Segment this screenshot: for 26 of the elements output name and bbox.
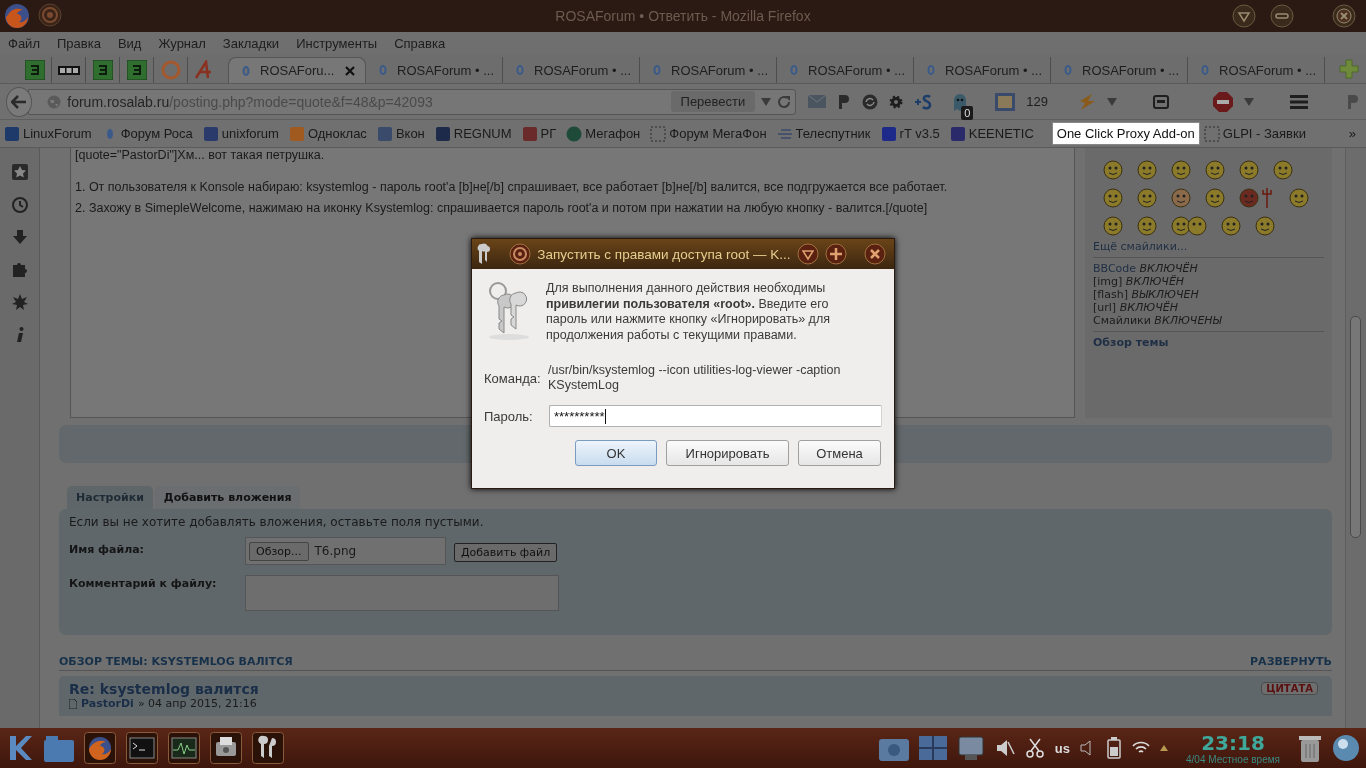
section-heading: ОБЗОР ТЕМЫ: KSYSTEMLOG ВАЛIТСЯ [59, 655, 293, 668]
command-label: Команда: [484, 370, 542, 386]
option-status-text: [url] ВКЛЮЧЁН [1093, 301, 1179, 314]
clock-time: 23:18 [1201, 731, 1265, 754]
window-title: ROSAForum • Ответить - Mozilla Firefox [555, 8, 811, 24]
editor-text-line: 1. От пользователя к Konsole набираю: ksystemlog - пароль root'a [b]не[/b] спрашивает, все работает [b]не[/b] валится, все подгружается все работает. [75, 179, 949, 196]
file-name-text: T6.png [314, 544, 357, 558]
hint-text: Если вы не хотите добавлять вложения, оставьте поля пустыми. [69, 515, 485, 529]
tooltip: One Click Proxy Add-on [1051, 122, 1200, 145]
password-label: Пароль: [484, 408, 534, 424]
post-date: » 04 апр 2015, 21:16 [137, 697, 257, 710]
clock-date: 4/04 Местное время [1186, 753, 1280, 765]
counter-text: 129 [1026, 94, 1048, 109]
command-text: /usr/bin/ksystemlog --icon utilities-log-viewer -caption KSystemLog [548, 363, 842, 393]
comment-label: Комментарий к файлу: [69, 576, 218, 590]
option-status-text: [flash] ВЫКЛЮЧЕН [1093, 288, 1200, 301]
option-status-text: Смайлики ВКЛЮЧЕНЫ [1093, 314, 1223, 327]
dialog-message: Для выполнения данного действия необходимы привилегии пользователя «root». Введите его пароль или нажмите кнопку «Игнорировать» для продолжения работы с текущими правами. [546, 281, 831, 343]
file-name-label: Имя файла: [69, 542, 145, 556]
editor-text-line: [quote="PastorDi"]Хм... вот такая петрушка. [75, 148, 326, 163]
notification-badge: 0 [961, 105, 974, 120]
post-title: Re: ksystemlog валится [69, 681, 259, 697]
option-status-text: [img] ВКЛЮЧЁН [1093, 275, 1186, 288]
dialog-title: Запустить с правами доступа root — K... [537, 246, 791, 262]
option-status-text: BBCode ВКЛЮЧЁН [1093, 262, 1199, 275]
editor-text-line: 2. Захожу в SimepleWelcome, нажимаю на иконку Ksystemlog: спрашивается пароль root'a и потом при нажатии на любую кнопку - валится.[/quote] [75, 200, 929, 217]
